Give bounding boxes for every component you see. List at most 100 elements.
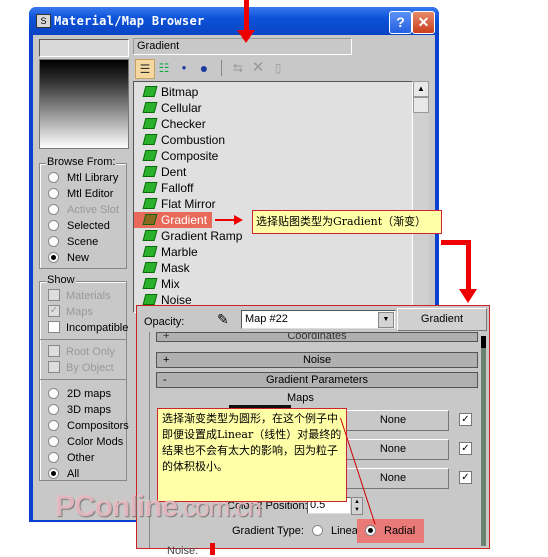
radio-color-mods[interactable]: Color Mods: [48, 434, 123, 450]
radio-3d-maps[interactable]: 3D maps: [48, 402, 111, 418]
window-title: Material/Map Browser: [54, 14, 205, 28]
checkbox-by-object[interactable]: By Object: [48, 360, 114, 376]
radio-scene[interactable]: Scene: [48, 234, 98, 250]
annotation-arrow-down: [244, 0, 249, 32]
map-icon: [142, 246, 158, 258]
annotation-callout-map-type: 选择贴图类型为Gradient（渐变）: [252, 210, 442, 234]
map-icon: [142, 118, 158, 130]
rollout-noise[interactable]: + Noise: [156, 352, 478, 368]
list-item[interactable]: Combustion: [142, 132, 225, 148]
divider: [40, 379, 126, 380]
map-icon: [142, 86, 158, 98]
map-icon: [142, 166, 158, 178]
radio-linear[interactable]: Linear: [312, 524, 362, 537]
annotation-arrowhead: [234, 215, 243, 225]
list-item[interactable]: Checker: [142, 116, 206, 132]
map-icon: [142, 182, 158, 194]
list-item[interactable]: Bitmap: [142, 84, 198, 100]
radio-radial[interactable]: Radial: [365, 524, 415, 537]
map-icon: [142, 230, 158, 242]
radio-mtl-library[interactable]: Mtl Library: [48, 170, 118, 186]
maps-label: Maps: [287, 392, 314, 404]
list-item[interactable]: Mask: [142, 260, 190, 276]
map-icon: [142, 214, 158, 226]
panel-scrollbar[interactable]: [481, 336, 486, 546]
annotation-arrow-down: [210, 543, 215, 555]
map-preview: [39, 59, 129, 149]
delete-icon[interactable]: ✕: [249, 59, 267, 77]
radio-other[interactable]: Other: [48, 450, 95, 466]
annotation-arrow-elbow: [466, 240, 471, 290]
list-item[interactable]: Mix: [142, 276, 180, 292]
map-slot-checkbox-1[interactable]: ✓: [459, 413, 472, 426]
map-slot-checkbox-3[interactable]: ✓: [459, 471, 472, 484]
close-icon: ✕: [417, 14, 430, 30]
rollout-coordinates[interactable]: + Coordinates: [156, 332, 478, 342]
map-icon: [142, 150, 158, 162]
map-icon: [142, 294, 158, 306]
eyedropper-icon[interactable]: ✎: [217, 311, 229, 328]
map-icon: [142, 262, 158, 274]
gradient-type-label: Gradient Type:: [232, 525, 304, 537]
chevron-down-icon[interactable]: ▼: [378, 312, 394, 328]
view-list-icon[interactable]: ☰: [135, 59, 155, 79]
list-item-selected[interactable]: Gradient: [134, 212, 212, 228]
browse-from-group: Browse From: Mtl Library Mtl Editor Acti…: [39, 156, 127, 269]
scroll-thumb[interactable]: [413, 97, 429, 113]
watermark: PConline.com.cn: [55, 490, 262, 523]
map-dropdown[interactable]: Map #22 ▼: [241, 310, 396, 329]
radio-mtl-editor[interactable]: Mtl Editor: [48, 186, 113, 202]
radio-active-slot[interactable]: Active Slot: [48, 202, 119, 218]
panel-scroll-thumb[interactable]: [481, 336, 486, 348]
rollout-gradient-parameters[interactable]: - Gradient Parameters: [156, 372, 478, 388]
map-slot-checkbox-2[interactable]: ✓: [459, 442, 472, 455]
list-item[interactable]: Gradient Ramp: [142, 228, 242, 244]
list-scrollbar[interactable]: ▲: [413, 81, 429, 311]
close-button[interactable]: ✕: [412, 11, 435, 34]
color2-position-spinner[interactable]: ▲ ▼: [351, 497, 363, 515]
small-icons-icon[interactable]: ●: [175, 59, 193, 77]
toolbar-separator: [221, 60, 222, 76]
view-list-icons-icon[interactable]: ☷: [155, 59, 173, 77]
radio-all[interactable]: All: [48, 466, 79, 482]
browse-from-label: Browse From:: [46, 156, 117, 168]
map-slot-button-3[interactable]: None: [337, 468, 449, 489]
annotation-arrowhead: [237, 30, 255, 43]
browser-toolbar: ☰ ☷ ● ● ⇆ ✕ ▯: [133, 57, 433, 79]
clear-library-icon[interactable]: ▯: [269, 59, 287, 77]
list-item[interactable]: Cellular: [142, 100, 202, 116]
checkbox-materials[interactable]: Materials: [48, 288, 111, 304]
list-item[interactable]: Flat Mirror: [142, 196, 216, 212]
radio-compositors[interactable]: Compositors: [48, 418, 129, 434]
annotation-arrowhead: [459, 289, 477, 303]
radio-new[interactable]: New: [48, 250, 89, 266]
show-label: Show: [46, 274, 76, 286]
title-bar[interactable]: S Material/Map Browser ? ✕: [29, 7, 439, 35]
material-name-field[interactable]: [39, 39, 129, 57]
list-item[interactable]: Dent: [142, 164, 186, 180]
checkbox-incompatible[interactable]: Incompatible: [48, 320, 128, 336]
checkbox-root-only[interactable]: Root Only: [48, 344, 115, 360]
scroll-up-arrow-icon[interactable]: ▲: [413, 81, 429, 97]
map-icon: [142, 134, 158, 146]
map-icon: [142, 278, 158, 290]
checkbox-maps[interactable]: ✓ Maps: [48, 304, 93, 320]
noise-label: Noise:: [167, 545, 199, 557]
radio-selected[interactable]: Selected: [48, 218, 110, 234]
annotation-callout-gradient-type: 选择渐变类型为圆形，在这个例子中即便设置成Linear（线性）对最终的结果也不会…: [157, 408, 347, 502]
update-scene-icon[interactable]: ⇆: [229, 59, 247, 77]
help-button[interactable]: ?: [389, 11, 412, 34]
map-icon: [142, 102, 158, 114]
map-list[interactable]: Bitmap Cellular Checker Combustion Compo…: [133, 81, 413, 313]
map-slot-button-1[interactable]: None: [337, 410, 449, 431]
app-icon: S: [36, 14, 51, 28]
list-item[interactable]: Marble: [142, 244, 198, 260]
map-icon: [142, 198, 158, 210]
list-item[interactable]: Falloff: [142, 180, 193, 196]
opacity-label: Opacity:: [144, 316, 185, 328]
radio-2d-maps[interactable]: 2D maps: [48, 386, 111, 402]
map-type-button[interactable]: Gradient: [397, 308, 487, 331]
show-group: Show Materials ✓ Maps Incompatible Root O…: [39, 274, 129, 482]
list-item[interactable]: Composite: [142, 148, 218, 164]
large-icons-icon[interactable]: ●: [195, 59, 213, 77]
